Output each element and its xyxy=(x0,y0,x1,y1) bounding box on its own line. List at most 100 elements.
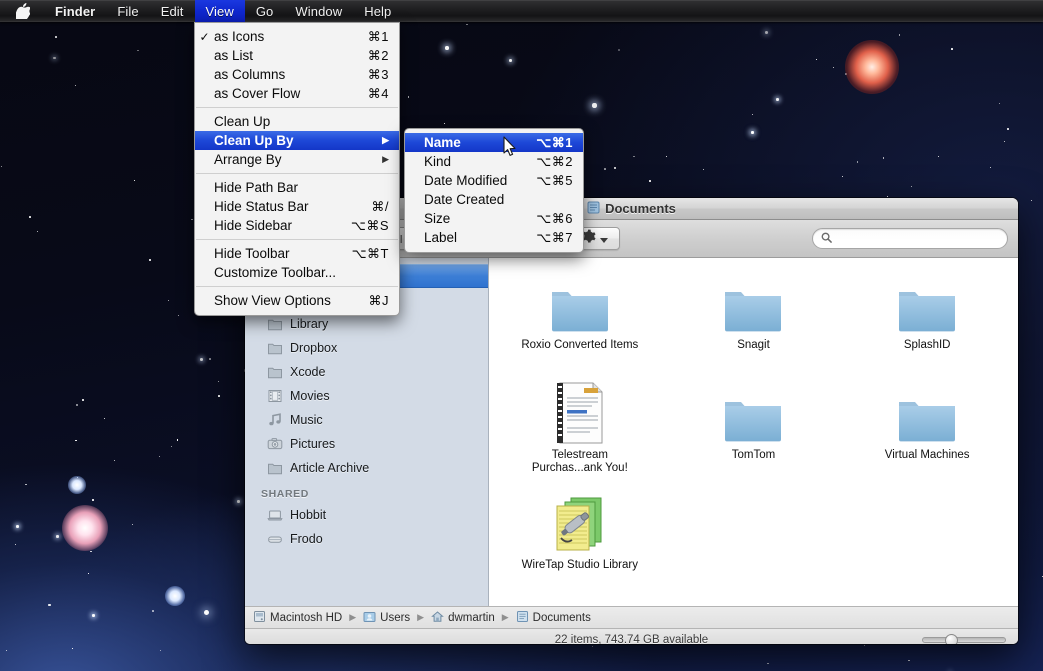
star xyxy=(776,98,780,101)
apple-logo-icon[interactable] xyxy=(0,0,44,22)
search-field[interactable] xyxy=(812,228,1008,249)
star xyxy=(815,59,817,61)
menubar-item-view[interactable]: View xyxy=(194,0,245,22)
menubar-item-go[interactable]: Go xyxy=(245,0,285,22)
menu-item-as-columns[interactable]: as Columns ⌘3 xyxy=(195,65,399,84)
menu-item-as-cover-flow[interactable]: as Cover Flow ⌘4 xyxy=(195,84,399,103)
submenu-item-name[interactable]: Name ⌥⌘1 xyxy=(405,133,583,152)
menubar-item-help[interactable]: Help xyxy=(353,0,402,22)
menu-item-shortcut: ⌥⌘6 xyxy=(536,210,573,226)
sidebar-item-hobbit[interactable]: Hobbit xyxy=(245,503,488,527)
menu-item-as-list[interactable]: as List ⌘2 xyxy=(195,46,399,65)
macos-menu-bar[interactable]: Finder File Edit View Go Window Help xyxy=(0,0,1043,22)
file-item[interactable]: WireTap Studio Library xyxy=(493,490,667,600)
star xyxy=(665,155,667,157)
menu-item-label: Size xyxy=(424,211,451,226)
home-folder-icon xyxy=(431,610,444,626)
submenu-item-label[interactable]: Label ⌥⌘7 xyxy=(405,228,583,247)
star xyxy=(137,49,139,51)
file-item[interactable]: SplashID xyxy=(840,270,1014,380)
status-text: 22 items, 743.74 GB available xyxy=(554,633,709,645)
window-title-text: Documents xyxy=(605,201,676,216)
menu-item-label: Show View Options xyxy=(214,293,331,308)
breadcrumb-users[interactable]: Users xyxy=(363,610,410,626)
sidebar-item-frodo[interactable]: Frodo xyxy=(245,527,488,551)
star xyxy=(152,609,155,612)
menu-item-label: Clean Up xyxy=(214,114,271,129)
menu-item-hide-path-bar[interactable]: Hide Path Bar xyxy=(195,178,399,197)
checkmark-icon: ✓ xyxy=(199,29,210,44)
icon-size-slider[interactable] xyxy=(922,634,1006,644)
star xyxy=(75,85,77,87)
star xyxy=(160,649,162,651)
menu-item-arrange-by[interactable]: Arrange By ▶ xyxy=(195,150,399,169)
star xyxy=(1,165,3,167)
folder-icon xyxy=(722,380,784,444)
menubar-item-file[interactable]: File xyxy=(106,0,149,22)
star xyxy=(132,523,134,526)
menu-item-label: as Columns xyxy=(214,67,286,82)
menu-item-clean-up-by[interactable]: Clean Up By ▶ xyxy=(195,131,399,150)
menubar-item-edit[interactable]: Edit xyxy=(150,0,195,22)
view-menu-dropdown[interactable]: ✓ as Icons ⌘1 as List ⌘2 as Columns ⌘3 a… xyxy=(194,22,400,316)
menu-item-hide-sidebar[interactable]: Hide Sidebar ⌥⌘S xyxy=(195,216,399,235)
file-item[interactable]: TomTom xyxy=(667,380,841,490)
star xyxy=(767,663,769,665)
menu-item-as-icons[interactable]: ✓ as Icons ⌘1 xyxy=(195,27,399,46)
menu-item-label: Kind xyxy=(424,154,452,169)
star xyxy=(149,259,151,261)
menu-item-clean-up[interactable]: Clean Up xyxy=(195,112,399,131)
sidebar-item-label: Library xyxy=(290,317,329,331)
submenu-item-date-created[interactable]: Date Created xyxy=(405,190,583,209)
submenu-item-size[interactable]: Size ⌥⌘6 xyxy=(405,209,583,228)
users-folder-icon xyxy=(363,610,376,626)
star xyxy=(191,218,194,221)
menu-separator xyxy=(196,286,398,287)
sidebar-item-article-archive[interactable]: Article Archive xyxy=(245,456,488,480)
menu-item-customize-toolbar[interactable]: Customize Toolbar... xyxy=(195,263,399,282)
star xyxy=(14,543,17,546)
file-item[interactable]: Telestream Purchas...ank You! xyxy=(493,380,667,490)
star xyxy=(998,102,1000,104)
star xyxy=(649,180,651,182)
star xyxy=(167,300,169,302)
submenu-item-date-modified[interactable]: Date Modified ⌥⌘5 xyxy=(405,171,583,190)
menubar-item-finder[interactable]: Finder xyxy=(44,0,106,22)
file-item[interactable]: Snagit xyxy=(667,270,841,380)
wiretap-library-icon xyxy=(551,490,609,554)
document-icon xyxy=(554,380,606,444)
sidebar-item-pictures[interactable]: Pictures xyxy=(245,432,488,456)
star xyxy=(177,315,179,316)
menu-item-hide-status-bar[interactable]: Hide Status Bar ⌘/ xyxy=(195,197,399,216)
menu-item-label: Name xyxy=(424,135,461,150)
star xyxy=(614,167,616,169)
menu-item-show-view-options[interactable]: Show View Options ⌘J xyxy=(195,291,399,310)
file-item[interactable]: Virtual Machines xyxy=(840,380,1014,490)
sidebar-item-xcode[interactable]: Xcode xyxy=(245,360,488,384)
star xyxy=(103,417,106,419)
star xyxy=(856,161,858,163)
file-icon-grid[interactable]: Roxio Converted Items Snagit SplashID Te… xyxy=(489,258,1018,600)
search-input[interactable] xyxy=(837,231,999,246)
sidebar-item-movies[interactable]: Movies xyxy=(245,384,488,408)
file-item[interactable]: Roxio Converted Items xyxy=(493,270,667,380)
menu-item-hide-toolbar[interactable]: Hide Toolbar ⌥⌘T xyxy=(195,244,399,263)
sidebar-item-dropbox[interactable]: Dropbox xyxy=(245,336,488,360)
file-name: TomTom xyxy=(731,449,776,461)
blue-star-glow-a xyxy=(68,476,86,494)
submenu-item-kind[interactable]: Kind ⌥⌘2 xyxy=(405,152,583,171)
star xyxy=(990,167,992,169)
breadcrumb-documents[interactable]: Documents xyxy=(516,610,591,626)
sidebar-item-music[interactable]: Music xyxy=(245,408,488,432)
clean-up-by-submenu[interactable]: Name ⌥⌘1 Kind ⌥⌘2 Date Modified ⌥⌘5 Date… xyxy=(404,128,584,253)
folder-icon xyxy=(267,316,283,332)
path-bar[interactable]: Macintosh HD ▶ Users ▶ dwmartin ▶ Docume… xyxy=(245,606,1018,628)
slider-knob[interactable] xyxy=(945,634,958,644)
menubar-item-window[interactable]: Window xyxy=(284,0,353,22)
star xyxy=(71,647,73,650)
file-name: WireTap Studio Library xyxy=(521,559,638,571)
star xyxy=(632,155,635,158)
breadcrumb-dwmartin[interactable]: dwmartin xyxy=(431,610,495,626)
finder-content-area[interactable]: Roxio Converted Items Snagit SplashID Te… xyxy=(489,258,1018,606)
breadcrumb-macintosh-hd[interactable]: Macintosh HD xyxy=(253,610,342,626)
